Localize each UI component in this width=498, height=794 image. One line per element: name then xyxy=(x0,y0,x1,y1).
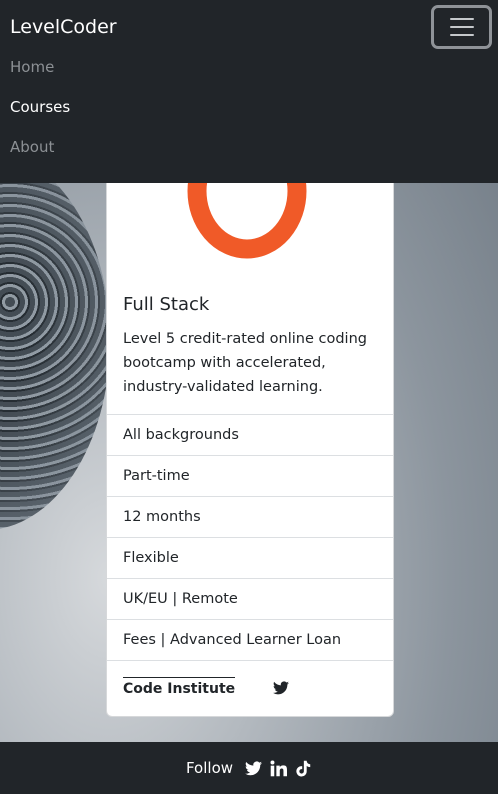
detail-schedule: Flexible xyxy=(107,538,393,579)
site-footer: Follow xyxy=(0,742,498,794)
twitter-icon[interactable] xyxy=(245,760,263,777)
course-details-list: All backgrounds Part-time 12 months Flex… xyxy=(107,414,393,661)
hamburger-menu-icon xyxy=(449,18,474,20)
linkedin-icon[interactable] xyxy=(270,759,288,777)
nav-link-courses[interactable]: Courses xyxy=(10,98,70,116)
detail-location: UK/EU | Remote xyxy=(107,579,393,620)
twitter-icon[interactable] xyxy=(273,681,289,695)
building-facade-image xyxy=(0,150,110,530)
follow-label: Follow xyxy=(185,759,234,777)
course-description: Level 5 credit-rated online coding bootc… xyxy=(123,331,367,395)
detail-entry-requirements: All backgrounds xyxy=(107,415,393,456)
detail-duration: 12 months xyxy=(107,497,393,538)
navbar: LevelCoder Home Courses About xyxy=(0,0,498,183)
nav-link-about[interactable]: About xyxy=(10,138,54,156)
brand-logo-text[interactable]: LevelCoder xyxy=(10,16,117,38)
nav-link-home[interactable]: Home xyxy=(10,58,54,76)
navbar-toggler-button[interactable] xyxy=(431,5,492,49)
tiktok-icon[interactable] xyxy=(295,760,312,777)
card-footer: Code Institute xyxy=(107,661,393,716)
course-card: Full Stack Level 5 credit-rated online c… xyxy=(106,160,394,717)
course-title: Full Stack xyxy=(123,294,210,315)
detail-fees: Fees | Advanced Learner Loan xyxy=(107,620,393,661)
provider-link[interactable]: Code Institute xyxy=(123,677,236,697)
detail-study-mode: Part-time xyxy=(107,456,393,497)
